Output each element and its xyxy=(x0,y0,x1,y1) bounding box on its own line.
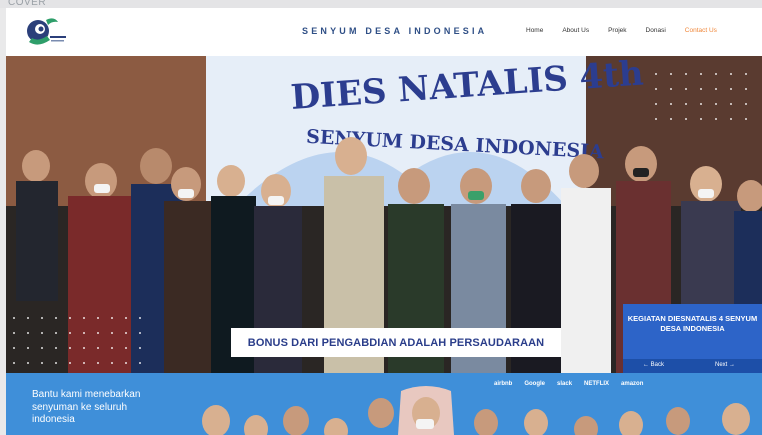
hero-caption-text: BONUS DARI PENGABDIAN ADALAH PERSAUDARAA… xyxy=(247,336,545,349)
logo-icon[interactable] xyxy=(24,14,70,50)
nav-about-us[interactable]: About Us xyxy=(562,27,589,34)
back-button[interactable]: ← Back xyxy=(643,362,664,368)
cover-label: COVER xyxy=(8,0,47,8)
nav-contact-us[interactable]: Contact Us xyxy=(685,27,717,34)
next-button[interactable]: Next → xyxy=(715,362,735,368)
partner-logo-google: Google xyxy=(524,381,546,387)
partner-logo-slack: slack xyxy=(557,381,573,387)
next-label: Next xyxy=(715,362,728,368)
arrow-right-icon: → xyxy=(729,362,736,368)
header: SENYUM DESA INDONESIA Home About Us Proj… xyxy=(6,8,762,56)
donation-section: Bantu kami menebarkan senyuman ke seluru… xyxy=(6,373,762,435)
partner-logo-amazon: amazon xyxy=(621,381,644,387)
slide-card-title: KEGIATAN DIESNATALIS 4 SENYUM DESA INDON… xyxy=(627,314,758,333)
back-label: Back xyxy=(650,362,665,368)
top-strip: COVER xyxy=(0,0,762,8)
slider-controls: ← Back Next → xyxy=(623,359,762,373)
main-nav: Home About Us Projek Donasi Contact Us xyxy=(526,27,736,34)
partner-logo-airbnb: airbnb xyxy=(494,381,513,387)
nav-donasi[interactable]: Donasi xyxy=(646,27,666,34)
hero-slider: DIES NATALIS 4th SENYUM DESA INDONESIA B… xyxy=(6,56,762,373)
page-frame: SENYUM DESA INDONESIA Home About Us Proj… xyxy=(6,8,762,435)
cta-text: Bantu kami menebarkan senyuman ke seluru… xyxy=(32,389,141,425)
nav-home[interactable]: Home xyxy=(526,27,543,34)
brand-title: SENYUM DESA INDONESIA xyxy=(302,26,488,36)
arrow-left-icon: ← xyxy=(643,362,649,368)
slide-info-card: KEGIATAN DIESNATALIS 4 SENYUM DESA INDON… xyxy=(623,304,762,373)
partner-logos: airbnb Google slack NETFLIX amazon xyxy=(494,381,643,387)
partner-logo-netflix: NETFLIX xyxy=(584,381,610,387)
hero-caption: BONUS DARI PENGABDIAN ADALAH PERSAUDARAA… xyxy=(231,328,561,357)
nav-projek[interactable]: Projek xyxy=(608,27,626,34)
